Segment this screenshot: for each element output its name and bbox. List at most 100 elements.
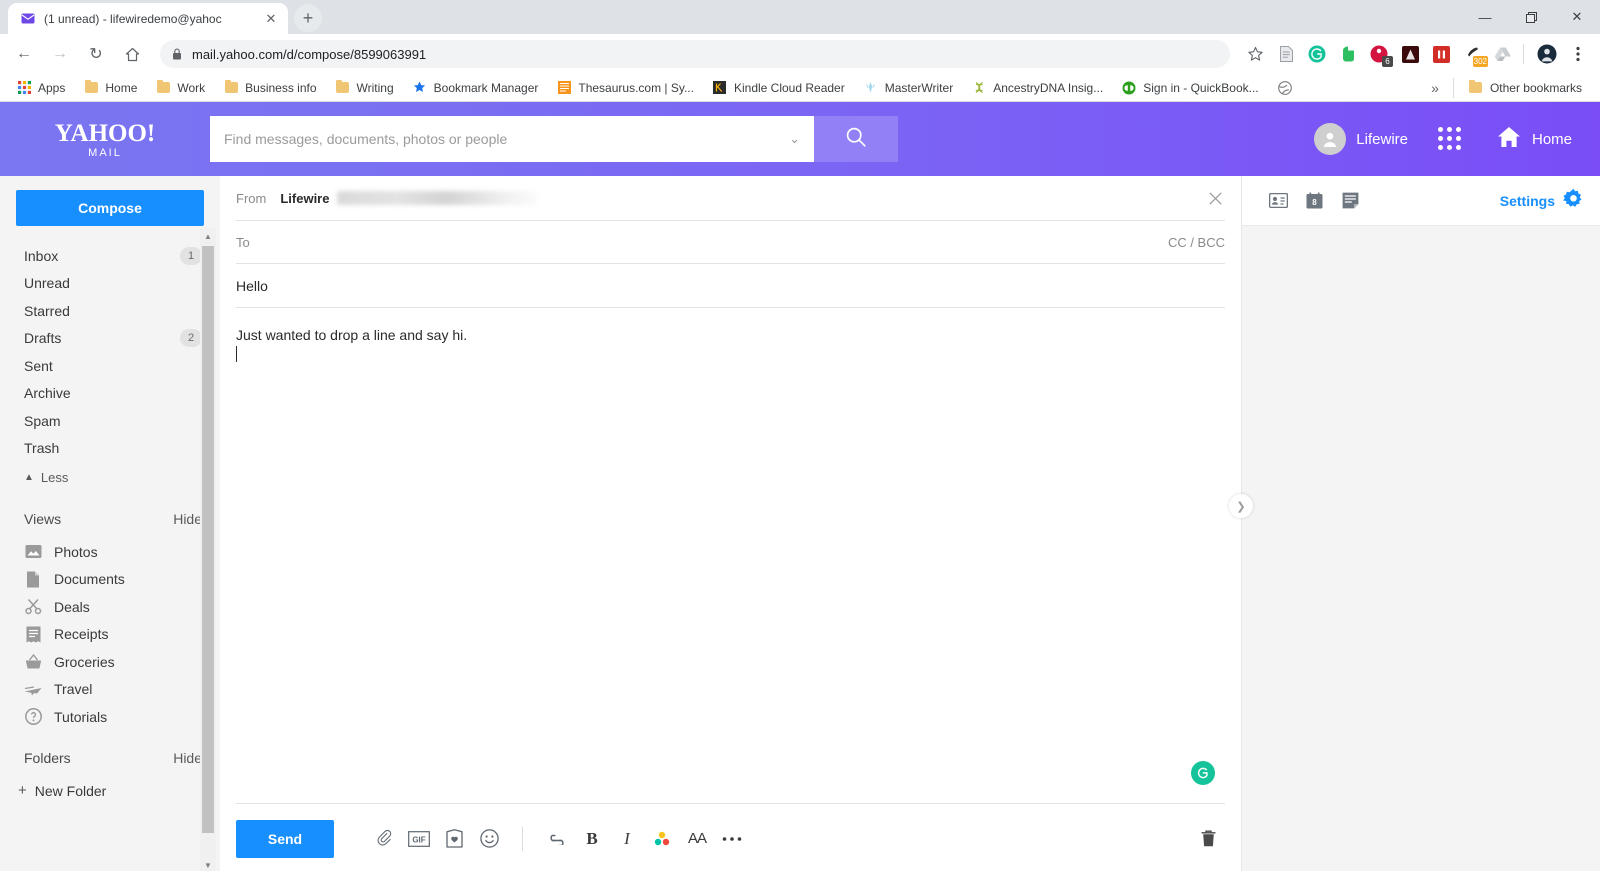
- scrollbar-thumb[interactable]: [202, 246, 214, 833]
- back-icon[interactable]: ←: [8, 38, 40, 70]
- other-bookmarks-button[interactable]: Other bookmarks: [1460, 77, 1590, 99]
- subject-input[interactable]: Hello: [236, 278, 268, 294]
- honey-icon[interactable]: 302: [1458, 40, 1488, 68]
- notepad-icon[interactable]: [1334, 185, 1366, 217]
- contacts-icon[interactable]: [1262, 185, 1294, 217]
- reload-icon[interactable]: ↻: [80, 38, 112, 70]
- home-button[interactable]: Home: [1496, 125, 1572, 154]
- adobe-acrobat-icon[interactable]: [1396, 40, 1424, 68]
- bookmark-home[interactable]: Home: [75, 77, 145, 99]
- compose-button[interactable]: Compose: [16, 190, 204, 226]
- from-name[interactable]: Lifewire: [280, 191, 329, 206]
- calendar-icon[interactable]: 8: [1298, 185, 1330, 217]
- text-color-icon[interactable]: [645, 822, 679, 856]
- grammarly-icon[interactable]: [1191, 761, 1215, 785]
- sidebar-item-inbox[interactable]: Inbox 1: [0, 242, 220, 270]
- grammarly-icon[interactable]: [1303, 40, 1331, 68]
- address-bar[interactable]: mail.yahoo.com/d/compose/8599063991: [160, 40, 1230, 68]
- search-input[interactable]: [224, 131, 782, 147]
- home-icon[interactable]: [116, 38, 148, 70]
- send-button[interactable]: Send: [236, 819, 334, 858]
- sidebar-scrollbar[interactable]: ▲ ▼: [200, 228, 216, 871]
- forward-icon[interactable]: →: [44, 38, 76, 70]
- folders-hide-link[interactable]: Hide: [173, 750, 202, 766]
- to-input[interactable]: [263, 234, 1168, 250]
- gif-icon[interactable]: GIF: [402, 822, 436, 856]
- sidebar-item-travel[interactable]: Travel: [0, 676, 220, 704]
- bookmark-masterwriter[interactable]: MasterWriter: [855, 77, 961, 99]
- sidebar-item-unread[interactable]: Unread: [0, 270, 220, 298]
- lastpass-icon[interactable]: [1427, 40, 1455, 68]
- tab-close-icon[interactable]: ✕: [262, 10, 280, 28]
- sidebar-item-trash[interactable]: Trash: [0, 435, 220, 463]
- close-icon[interactable]: [1203, 186, 1227, 210]
- close-window-button[interactable]: ✕: [1554, 0, 1600, 34]
- sidebar-item-sent[interactable]: Sent: [0, 352, 220, 380]
- bookmark-work[interactable]: Work: [147, 77, 213, 99]
- settings-button[interactable]: Settings: [1500, 188, 1584, 214]
- italic-icon[interactable]: I: [610, 822, 644, 856]
- bookmark-thesaurus[interactable]: Thesaurus.com | Sy...: [548, 77, 702, 99]
- search-box[interactable]: ⌄: [210, 116, 814, 162]
- evernote-icon[interactable]: [1334, 40, 1362, 68]
- scroll-down-icon[interactable]: ▼: [200, 857, 216, 871]
- sidebar-item-receipts[interactable]: Receipts: [0, 621, 220, 649]
- sidebar-item-groceries[interactable]: Groceries: [0, 648, 220, 676]
- chrome-menu-icon[interactable]: [1564, 40, 1592, 68]
- scroll-up-icon[interactable]: ▲: [200, 228, 216, 244]
- restore-button[interactable]: [1508, 0, 1554, 34]
- bookmark-quickbooks[interactable]: Sign in - QuickBook...: [1113, 77, 1266, 99]
- minimize-button[interactable]: —: [1462, 0, 1508, 34]
- sidebar-item-tutorials[interactable]: Tutorials: [0, 703, 220, 731]
- sidebar-item-documents[interactable]: Documents: [0, 566, 220, 594]
- sidebar-item-photos[interactable]: Photos: [0, 538, 220, 566]
- folder-label: Unread: [24, 275, 70, 292]
- sidebar-item-spam[interactable]: Spam: [0, 407, 220, 435]
- bookmark-globe[interactable]: [1269, 77, 1307, 99]
- folder-label: Spam: [24, 412, 61, 429]
- browser-tab[interactable]: (1 unread) - lifewiredemo@yahoc ✕: [8, 3, 288, 34]
- bookmark-label: MasterWriter: [884, 80, 954, 95]
- bookmarks-overflow-icon[interactable]: »: [1423, 80, 1447, 96]
- google-drive-icon[interactable]: [1489, 40, 1517, 68]
- user-menu[interactable]: Lifewire: [1314, 123, 1408, 155]
- new-tab-button[interactable]: +: [294, 4, 322, 32]
- views-hide-link[interactable]: Hide: [173, 511, 202, 527]
- sidebar-item-deals[interactable]: Deals: [0, 593, 220, 621]
- search-button[interactable]: [814, 116, 898, 162]
- bookmark-kindle[interactable]: Kindle Cloud Reader: [704, 77, 853, 99]
- reader-page-icon[interactable]: [1272, 40, 1300, 68]
- bookmark-writing[interactable]: Writing: [327, 77, 402, 99]
- sidebar-item-archive[interactable]: Archive: [0, 380, 220, 408]
- bookmark-manager[interactable]: Bookmark Manager: [404, 77, 547, 99]
- sidebar-less-toggle[interactable]: ▲ Less: [0, 462, 220, 492]
- bookmark-apps[interactable]: Apps: [8, 77, 73, 99]
- insert-link-icon[interactable]: [540, 822, 574, 856]
- more-options-icon[interactable]: [715, 822, 749, 856]
- sidebar-item-drafts[interactable]: Drafts 2: [0, 325, 220, 353]
- new-folder-button[interactable]: + New Folder: [0, 777, 220, 805]
- subject-field-row[interactable]: Hello: [236, 264, 1225, 308]
- bold-icon[interactable]: B: [575, 822, 609, 856]
- folder-icon: [155, 80, 171, 96]
- bookmark-label: Business info: [245, 80, 317, 95]
- sidebar-item-starred[interactable]: Starred: [0, 297, 220, 325]
- bookmark-business-info[interactable]: Business info: [215, 77, 324, 99]
- chevron-down-icon[interactable]: ⌄: [781, 131, 800, 147]
- bookmark-ancestrydna[interactable]: AncestryDNA Insig...: [963, 77, 1111, 99]
- to-field-row[interactable]: To CC / BCC: [236, 221, 1225, 264]
- profile-avatar-icon[interactable]: [1533, 40, 1561, 68]
- insert-image-icon[interactable]: [437, 822, 471, 856]
- text-caret-line: [236, 345, 1225, 364]
- yahoo-mail-logo[interactable]: YAHOO! MAIL: [0, 120, 210, 159]
- chevron-right-icon[interactable]: ❯: [1229, 494, 1253, 518]
- emoji-icon[interactable]: [472, 822, 506, 856]
- attach-file-icon[interactable]: [367, 822, 401, 856]
- cc-bcc-toggle[interactable]: CC / BCC: [1168, 235, 1225, 250]
- apps-grid-icon[interactable]: [1437, 127, 1462, 151]
- delete-draft-icon[interactable]: [1191, 822, 1225, 856]
- pocket-icon[interactable]: 6: [1365, 40, 1393, 68]
- star-bookmark-icon[interactable]: [1241, 40, 1269, 68]
- message-body-editor[interactable]: Just wanted to drop a line and say hi.: [220, 308, 1241, 803]
- font-size-icon[interactable]: AA: [680, 822, 714, 856]
